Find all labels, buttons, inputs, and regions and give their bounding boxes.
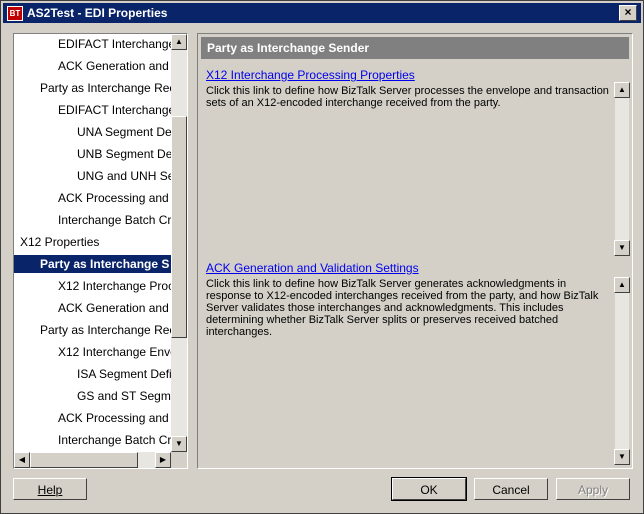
tree-item[interactable]: Party as Interchange Recei bbox=[40, 79, 171, 97]
tree-item[interactable]: EDIFACT Interchange F bbox=[58, 35, 171, 53]
tree-vertical-scrollbar[interactable]: ▲ ▼ bbox=[171, 34, 187, 452]
tree-item[interactable]: ISA Segment Defini bbox=[77, 365, 171, 383]
tree-item[interactable]: Interchange Batch Crea bbox=[58, 211, 171, 229]
tree-item[interactable]: UNB Segment Defi bbox=[77, 145, 171, 163]
apply-button[interactable]: Apply bbox=[556, 478, 630, 500]
tree-item[interactable]: Party as Interchange Recei bbox=[40, 321, 171, 339]
tree-item[interactable]: X12 Interchange Envel bbox=[58, 343, 171, 361]
cancel-button[interactable]: Cancel bbox=[474, 478, 548, 500]
tree-item[interactable]: ACK Processing and Va bbox=[58, 189, 171, 207]
tree-item[interactable]: X12 Properties bbox=[20, 233, 99, 251]
tree-item[interactable]: ACK Generation and Va bbox=[58, 299, 171, 317]
section-ack: ACK Generation and Validation Settings C… bbox=[206, 261, 616, 338]
ok-button[interactable]: OK bbox=[391, 477, 467, 501]
horizontal-scroll-thumb[interactable] bbox=[30, 452, 138, 468]
section-scrollbar[interactable]: ▲ ▼ bbox=[614, 277, 630, 465]
tree-item[interactable]: ACK Generation and Va bbox=[58, 57, 171, 75]
x12-processing-link[interactable]: X12 Interchange Processing Properties bbox=[206, 68, 616, 82]
tree-item[interactable]: EDIFACT Interchange E bbox=[58, 101, 171, 119]
tree-item[interactable]: Interchange Batch Crea bbox=[58, 431, 171, 449]
tree-item[interactable]: GS and ST Segmer bbox=[77, 387, 171, 405]
title-bar: BT AS2Test - EDI Properties × bbox=[3, 3, 641, 23]
tree-item[interactable]: UNA Segment Defi bbox=[77, 123, 171, 141]
section-description: Click this link to define how BizTalk Se… bbox=[206, 85, 609, 109]
app-icon: BT bbox=[7, 6, 23, 21]
edi-properties-window: BT AS2Test - EDI Properties × EDIFACT In… bbox=[0, 0, 644, 514]
tree-item[interactable]: X12 Interchange Proce bbox=[58, 277, 171, 295]
section-processing: X12 Interchange Processing Properties Cl… bbox=[206, 68, 616, 109]
window-title: AS2Test - EDI Properties bbox=[27, 6, 168, 20]
scroll-thumb[interactable] bbox=[171, 116, 187, 338]
close-button[interactable]: × bbox=[619, 5, 637, 21]
section-scrollbar[interactable]: ▲ ▼ bbox=[614, 82, 630, 256]
scroll-left-icon[interactable]: ◀ bbox=[14, 452, 30, 468]
properties-tree: EDIFACT Interchange F ACK Generation and … bbox=[13, 33, 188, 469]
scroll-up-icon[interactable]: ▲ bbox=[614, 82, 630, 98]
content-panel: Party as Interchange Sender X12 Intercha… bbox=[197, 33, 633, 469]
tree-items: EDIFACT Interchange F ACK Generation and … bbox=[14, 34, 171, 452]
help-label: Help bbox=[37, 483, 63, 497]
help-button[interactable]: Help bbox=[13, 478, 87, 500]
scroll-up-icon[interactable]: ▲ bbox=[171, 34, 187, 50]
panel-header: Party as Interchange Sender bbox=[201, 37, 629, 59]
scroll-down-icon[interactable]: ▼ bbox=[614, 449, 630, 465]
scroll-right-icon[interactable]: ▶ bbox=[155, 452, 171, 468]
scrollbar-corner bbox=[171, 452, 187, 468]
ack-generation-link[interactable]: ACK Generation and Validation Settings bbox=[206, 261, 616, 275]
scroll-up-icon[interactable]: ▲ bbox=[614, 277, 630, 293]
tree-item[interactable]: UNG and UNH Seg bbox=[77, 167, 171, 185]
tree-item[interactable]: ACK Processing and Va bbox=[58, 409, 171, 427]
tree-horizontal-scrollbar[interactable]: ◀ ▶ bbox=[14, 452, 171, 468]
scroll-down-icon[interactable]: ▼ bbox=[171, 436, 187, 452]
section-description: Click this link to define how BizTalk Se… bbox=[206, 278, 599, 338]
scroll-down-icon[interactable]: ▼ bbox=[614, 240, 630, 256]
tree-item[interactable]: Party as Interchange S bbox=[14, 255, 171, 273]
